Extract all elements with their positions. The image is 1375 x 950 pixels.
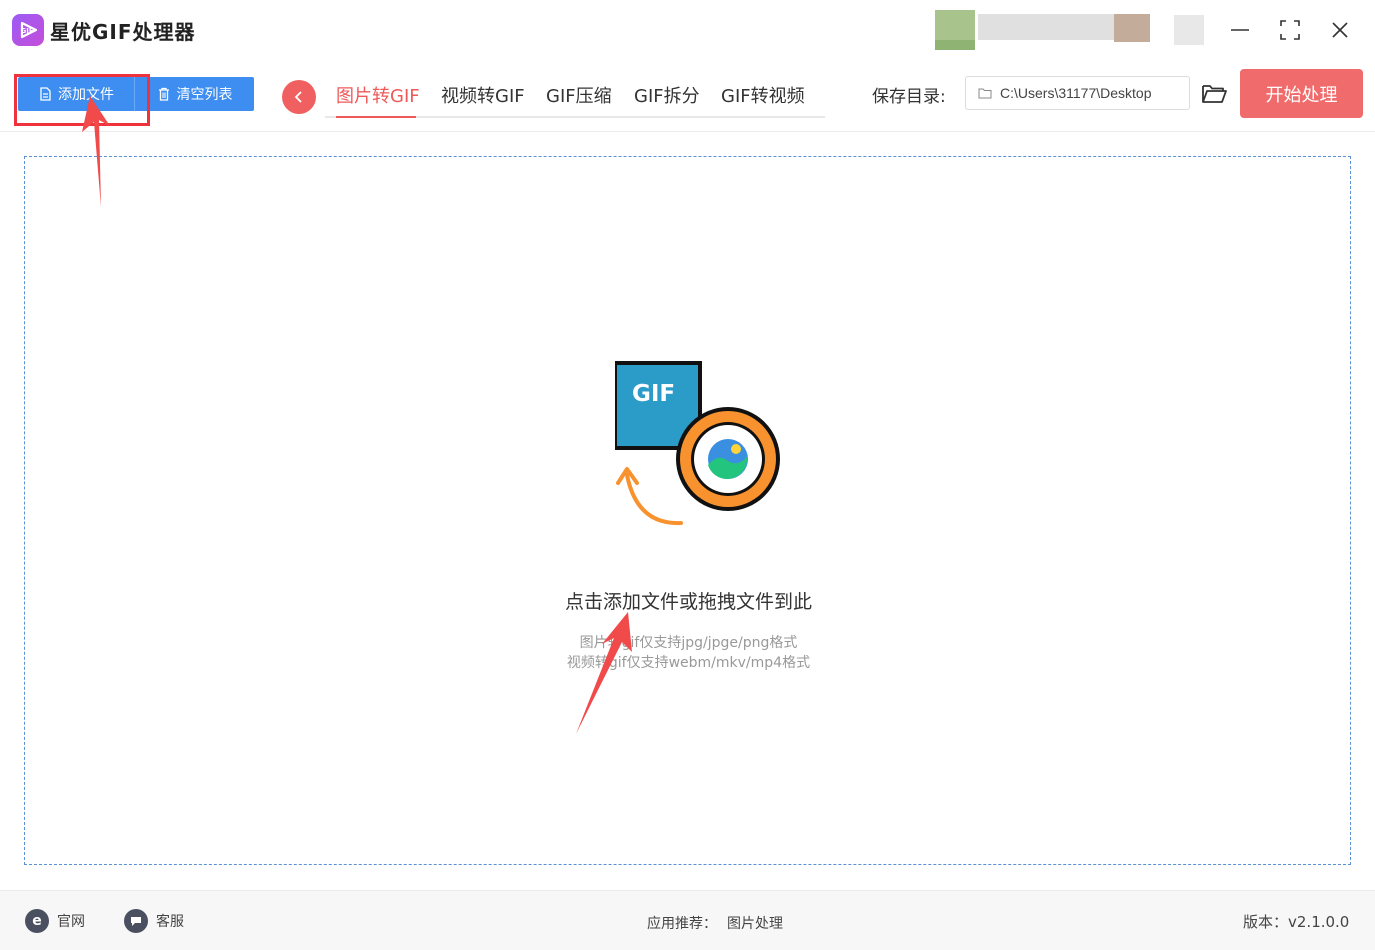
drop-zone-main-text: 点击添加文件或拖拽文件到此: [564, 591, 812, 613]
version-label: 版本：v2.1.0.0: [1243, 913, 1350, 931]
back-button[interactable]: [282, 80, 316, 114]
save-dir-input[interactable]: C:\Users\31177\Desktop: [965, 76, 1190, 110]
save-dir-value: C:\Users\31177\Desktop: [1000, 85, 1152, 101]
save-dir-label: 保存目录:: [872, 87, 946, 107]
add-file-label: 添加文件: [58, 86, 114, 102]
maximize-button[interactable]: [1274, 14, 1306, 46]
tab-image-to-gif[interactable]: 图片转GIF: [336, 82, 420, 108]
chat-bubble-icon: [124, 909, 148, 933]
tab-gif-compress[interactable]: GIF压缩: [546, 82, 612, 108]
start-process-button[interactable]: 开始处理: [1240, 69, 1363, 118]
mode-tabs: 图片转GIF 视频转GIF GIF压缩 GIF拆分 GIF转视频: [325, 76, 825, 118]
folder-open-icon: [1202, 85, 1227, 103]
recommend-link-image-processing[interactable]: 图片处理: [727, 913, 783, 933]
menu-icon[interactable]: [1174, 15, 1204, 45]
user-info-blurred: [978, 14, 1114, 40]
ie-browser-icon: e: [25, 909, 49, 933]
fullscreen-icon: [1280, 20, 1300, 40]
add-file-button[interactable]: 添加文件: [18, 77, 134, 111]
file-drop-zone[interactable]: GIF 点击添加文件或拖拽文件到此 图片转gif仅支持jpg/jpge/png格…: [24, 156, 1351, 865]
app-title: 星优GIF处理器: [50, 20, 196, 44]
file-icon: [40, 87, 51, 101]
user-badge-blurred: [1114, 14, 1150, 42]
minimize-icon: [1231, 29, 1249, 31]
website-link[interactable]: e 官网: [25, 909, 85, 933]
active-tab-indicator: [336, 116, 416, 118]
clear-list-button[interactable]: 清空列表: [134, 77, 254, 111]
trash-icon: [158, 87, 169, 101]
minimize-button[interactable]: [1224, 14, 1256, 46]
user-avatar-edge: [935, 40, 975, 50]
recommend-label: 应用推荐：: [647, 916, 717, 932]
close-button[interactable]: [1324, 14, 1356, 46]
website-label: 官网: [57, 914, 85, 930]
tab-gif-split[interactable]: GIF拆分: [634, 82, 700, 108]
support-label: 客服: [156, 914, 184, 930]
title-bar: GIF 星优GIF处理器: [0, 0, 1375, 60]
app-logo-icon: GIF: [12, 14, 44, 46]
chevron-left-icon: [294, 91, 302, 103]
browse-folder-button[interactable]: [1200, 80, 1228, 108]
drop-zone-hint-image: 图片转gif仅支持jpg/jpge/png格式: [579, 635, 798, 651]
folder-small-icon: [978, 88, 992, 99]
tab-video-to-gif[interactable]: 视频转GIF: [441, 82, 525, 108]
footer: e 官网 客服 应用推荐： 图片处理 版本：v2.1.0.0: [0, 890, 1375, 950]
drop-zone-hint-video: 视频转gif仅支持webm/mkv/mp4格式: [566, 655, 811, 671]
svg-text:GIF: GIF: [21, 27, 34, 35]
support-link[interactable]: 客服: [124, 909, 184, 933]
clear-list-label: 清空列表: [176, 86, 233, 102]
illustration-gif-text: GIF: [632, 381, 675, 407]
tab-gif-to-video[interactable]: GIF转视频: [721, 82, 805, 108]
gif-image-illustration-icon: GIF: [615, 361, 780, 526]
close-icon: [1332, 22, 1348, 38]
